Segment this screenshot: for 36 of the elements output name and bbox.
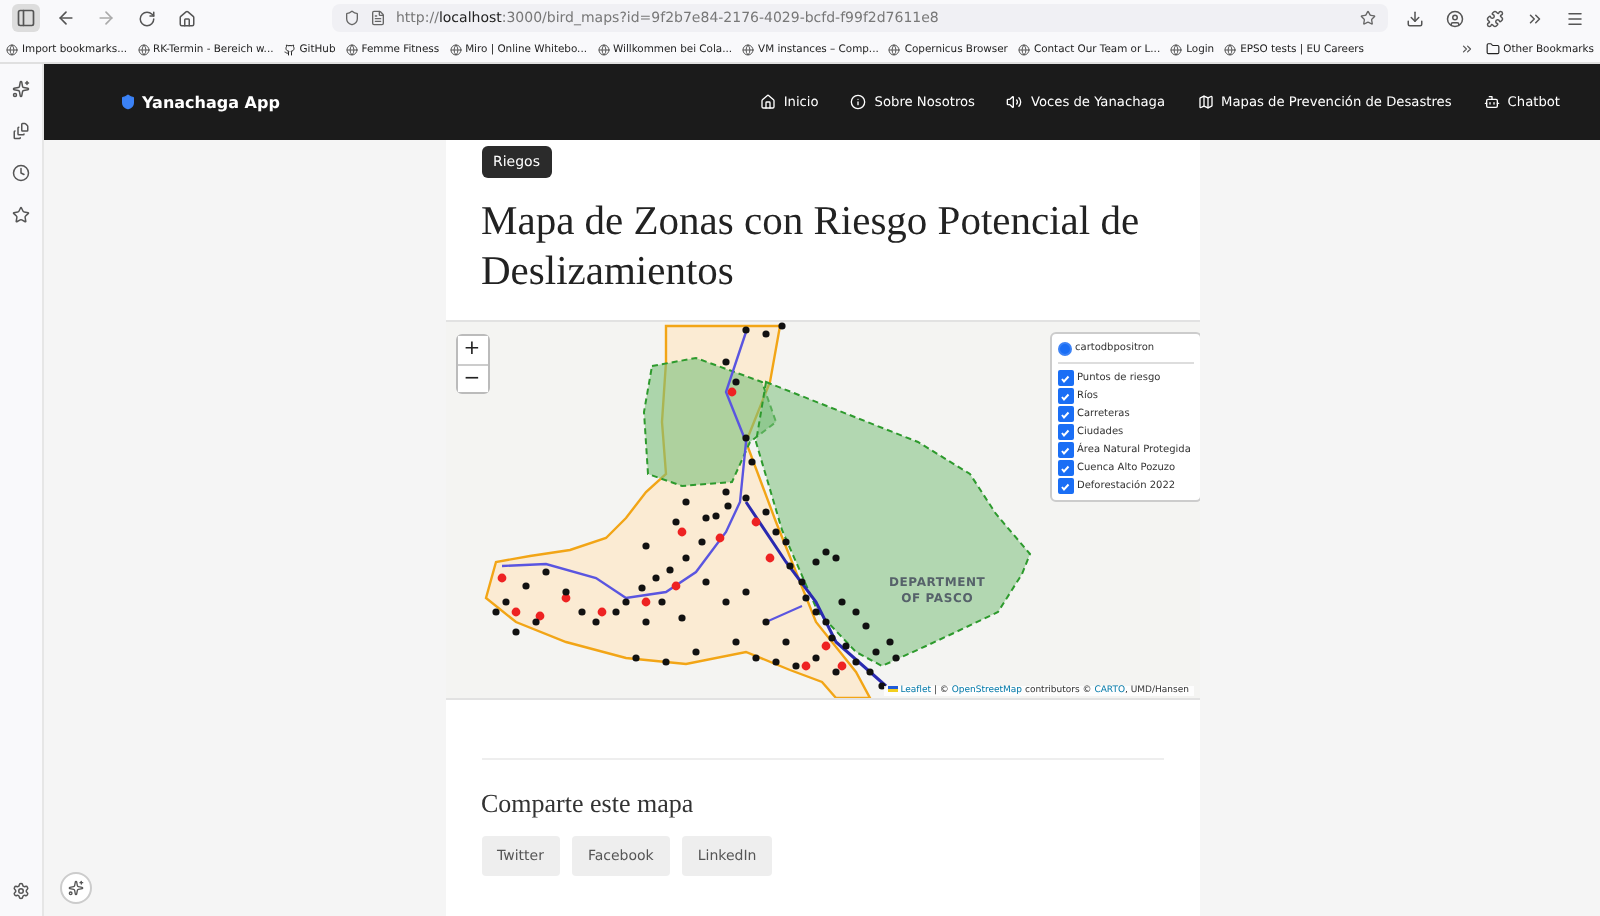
globe-icon <box>1170 43 1183 55</box>
globe-icon <box>6 43 18 55</box>
sidebar-toggle-icon[interactable] <box>12 4 40 32</box>
page-icon <box>370 10 386 26</box>
globe-icon <box>742 43 755 55</box>
folder-icon <box>1485 42 1500 56</box>
checkbox[interactable] <box>1057 460 1073 476</box>
radio-button[interactable] <box>1057 341 1071 355</box>
checkbox[interactable] <box>1057 424 1073 440</box>
globe-icon <box>597 43 610 55</box>
share-heading: Comparte este mapa <box>481 788 696 820</box>
github-icon <box>283 43 296 55</box>
globe-icon <box>345 43 358 55</box>
home-icon <box>759 94 776 110</box>
globe-icon <box>449 43 462 55</box>
speaker-icon <box>1006 94 1023 110</box>
bookmark-star-icon[interactable] <box>1360 10 1376 26</box>
checkbox[interactable] <box>1057 442 1073 458</box>
info-icon <box>850 94 867 110</box>
checkbox[interactable] <box>1057 370 1073 386</box>
page-title: Mapa de Zonas con Riesgo Potencial de Deslizamientos <box>481 198 1142 298</box>
globe-icon <box>1017 43 1030 55</box>
shield-icon <box>344 10 360 26</box>
zoom-out-button[interactable]: − <box>457 364 487 392</box>
globe-icon <box>1224 43 1237 55</box>
brand-link[interactable]: Yanachaga App <box>120 93 280 111</box>
checkbox[interactable] <box>1057 478 1073 494</box>
overflow-icon[interactable] <box>1459 41 1476 57</box>
globe-icon <box>888 43 901 55</box>
robot-icon <box>1483 94 1500 110</box>
globe-icon <box>137 43 150 55</box>
checkbox[interactable] <box>1057 388 1073 404</box>
shield-icon <box>120 94 136 110</box>
floating-action-icon[interactable] <box>60 872 92 904</box>
map-icon <box>1197 94 1214 110</box>
checkbox[interactable] <box>1057 406 1073 422</box>
